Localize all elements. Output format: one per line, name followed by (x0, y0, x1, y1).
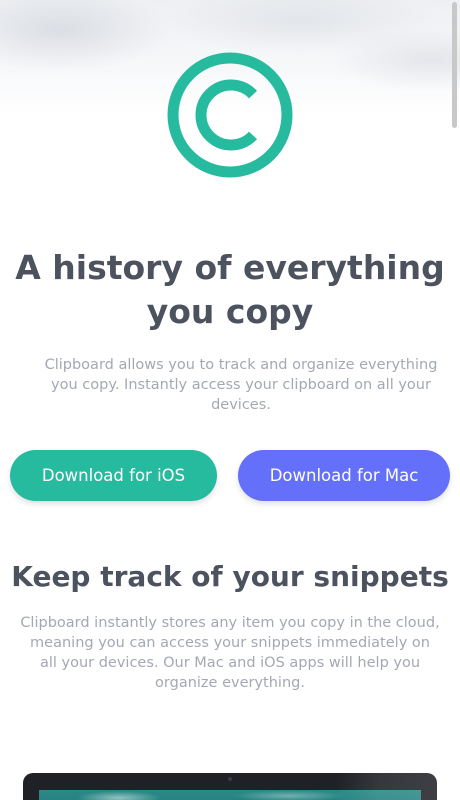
device-reflection (337, 773, 437, 800)
hero-title: A history of everything you copy (15, 248, 445, 331)
computer-mockup-image (23, 773, 437, 800)
hero-description: Clipboard allows you to track and organi… (44, 357, 438, 413)
vertical-scrollbar[interactable] (452, 2, 457, 128)
snippets-section-title: Keep track of your snippets (11, 560, 449, 593)
download-ios-button[interactable]: Download for iOS (10, 450, 217, 501)
landing-page: A history of everything you copy Clipboa… (0, 0, 460, 800)
download-mac-button[interactable]: Download for Mac (238, 450, 450, 501)
copyright-logo-icon (167, 52, 293, 178)
snippets-section-description: Clipboard instantly stores any item you … (20, 615, 440, 691)
camera-dot (228, 777, 232, 781)
